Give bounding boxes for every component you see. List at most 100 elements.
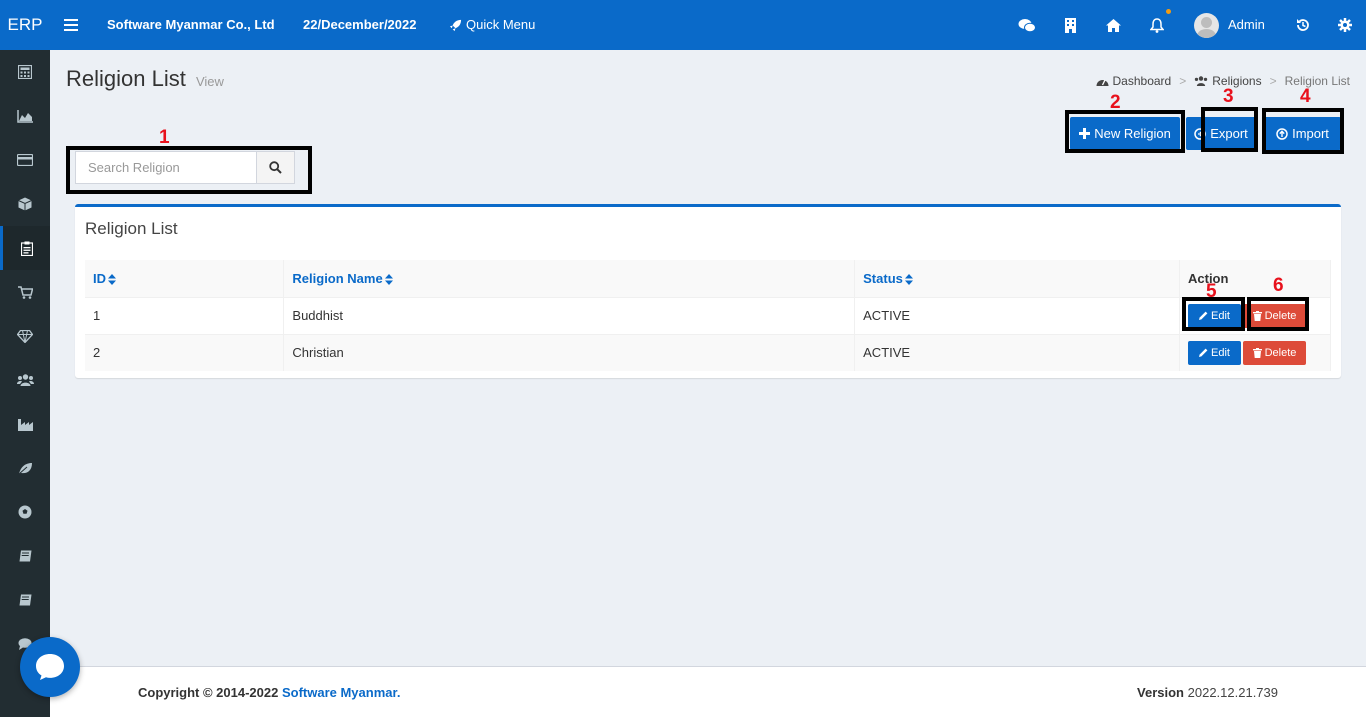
column-header-status[interactable]: Status xyxy=(854,260,1180,297)
sidebar-book-icon-2[interactable] xyxy=(0,578,50,622)
company-name: Software Myanmar Co., Ltd xyxy=(107,17,275,32)
copyright-label: Copyright © 2014-2022 xyxy=(138,685,282,700)
home-icon[interactable] xyxy=(1101,0,1125,50)
company-link[interactable]: Software Myanmar. xyxy=(282,685,401,700)
search-button[interactable] xyxy=(257,151,295,184)
hamburger-menu-icon[interactable] xyxy=(59,0,83,50)
religion-table: ID Religion Name Status Action 1 Buddhis… xyxy=(85,260,1331,371)
sidebar xyxy=(0,50,50,717)
breadcrumb-religions-link[interactable]: Religions xyxy=(1212,74,1261,88)
sidebar-cube-icon[interactable] xyxy=(0,182,50,226)
cell-religion-name: Buddhist xyxy=(283,296,856,334)
cell-actions: Edit Delete xyxy=(1179,296,1331,334)
breadcrumb-current: Religion List xyxy=(1284,74,1350,88)
cell-id: 2 xyxy=(85,333,285,371)
delete-button[interactable]: Delete xyxy=(1243,303,1306,328)
pencil-icon xyxy=(1199,311,1208,320)
trash-icon xyxy=(1252,310,1262,321)
building-icon[interactable] xyxy=(1058,0,1082,50)
sort-icon xyxy=(384,273,393,285)
delete-label: Delete xyxy=(1264,309,1297,322)
sort-icon xyxy=(108,273,116,285)
delete-button[interactable]: Delete xyxy=(1243,340,1306,365)
search-group xyxy=(75,151,295,184)
column-header-label: ID xyxy=(93,270,106,286)
annotation-number-3: 3 xyxy=(1223,86,1234,107)
sidebar-clipboard-icon[interactable] xyxy=(0,226,50,270)
copyright-text: Copyright © 2014-2022 Software Myanmar. xyxy=(138,685,400,700)
annotation-number-6: 6 xyxy=(1273,275,1284,296)
export-label: Export xyxy=(1210,126,1248,141)
notification-badge xyxy=(1166,9,1171,14)
import-button[interactable]: Import xyxy=(1264,117,1341,150)
delete-label: Delete xyxy=(1264,346,1297,359)
history-icon[interactable] xyxy=(1291,0,1315,50)
plus-icon xyxy=(1079,128,1091,139)
user-avatar[interactable] xyxy=(1194,13,1219,38)
new-religion-button[interactable]: New Religion xyxy=(1070,117,1180,150)
import-label: Import xyxy=(1292,126,1329,141)
footer: Copyright © 2014-2022 Software Myanmar. … xyxy=(50,666,1366,717)
column-header-id[interactable]: ID xyxy=(85,260,285,297)
wechat-icon[interactable] xyxy=(1015,0,1039,50)
table-header-row: ID Religion Name Status Action xyxy=(85,260,1331,297)
chat-bubble-icon xyxy=(36,654,64,680)
search-religion-input[interactable] xyxy=(75,151,257,184)
quick-menu-label: Quick Menu xyxy=(466,17,536,32)
cell-status: ACTIVE xyxy=(854,296,1180,334)
sidebar-shopping-cart-icon[interactable] xyxy=(0,270,50,314)
user-name[interactable]: Admin xyxy=(1228,0,1265,50)
table-row: 2 Christian ACTIVE Edit Delete xyxy=(85,333,1331,371)
sidebar-area-chart-icon[interactable] xyxy=(0,94,50,138)
version-label: Version xyxy=(1137,685,1184,700)
search-icon xyxy=(269,161,282,174)
cell-actions: Edit Delete xyxy=(1179,333,1331,371)
brand-logo[interactable]: ERP xyxy=(0,0,50,50)
sidebar-credit-card-icon[interactable] xyxy=(0,138,50,182)
dashboard-icon xyxy=(1096,79,1109,86)
chat-widget-button[interactable] xyxy=(20,637,80,697)
column-header-religion-name[interactable]: Religion Name xyxy=(283,260,856,297)
breadcrumb-dashboard-link[interactable]: Dashboard xyxy=(1113,74,1172,88)
edit-button[interactable]: Edit xyxy=(1188,303,1241,328)
edit-label: Edit xyxy=(1211,309,1230,322)
cell-id: 1 xyxy=(85,296,285,334)
sidebar-diamond-icon[interactable] xyxy=(0,314,50,358)
bell-icon[interactable] xyxy=(1145,0,1169,50)
sidebar-soccer-ball-icon[interactable] xyxy=(0,490,50,534)
new-religion-label: New Religion xyxy=(1094,126,1171,141)
page-subtitle: View xyxy=(195,74,224,89)
trash-icon xyxy=(1252,347,1262,358)
sort-icon xyxy=(904,273,913,285)
cell-status: ACTIVE xyxy=(854,333,1180,371)
column-header-label: Religion Name xyxy=(292,270,383,286)
religion-list-panel: Religion List ID Religion Name Status Ac… xyxy=(75,204,1341,378)
annotation-number-2: 2 xyxy=(1110,92,1121,113)
version-info: Version 2022.12.21.739 xyxy=(1137,685,1278,700)
sidebar-leaf-icon[interactable] xyxy=(0,446,50,490)
version-number: 2022.12.21.739 xyxy=(1187,685,1278,700)
pencil-icon xyxy=(1199,348,1208,358)
cell-religion-name: Christian xyxy=(283,333,856,371)
page-title: Religion List View xyxy=(66,66,224,92)
breadcrumb-separator: > xyxy=(1269,74,1277,88)
rocket-icon xyxy=(449,19,462,31)
sidebar-users-icon[interactable] xyxy=(0,358,50,402)
sidebar-industry-icon[interactable] xyxy=(0,402,50,446)
export-circle-icon xyxy=(1194,127,1206,140)
export-button[interactable]: Export xyxy=(1186,117,1256,150)
sidebar-calculator-icon[interactable] xyxy=(0,50,50,94)
annotation-number-1: 1 xyxy=(159,127,170,148)
annotation-number-4: 4 xyxy=(1300,86,1311,107)
sidebar-book-icon[interactable] xyxy=(0,534,50,578)
edit-button[interactable]: Edit xyxy=(1188,340,1241,365)
edit-label: Edit xyxy=(1211,346,1230,359)
annotation-number-5: 5 xyxy=(1206,281,1217,302)
top-navbar: ERP Software Myanmar Co., Ltd 22/Decembe… xyxy=(0,0,1366,50)
settings-gear-icon[interactable] xyxy=(1333,0,1357,50)
column-header-label: Status xyxy=(863,270,903,286)
quick-menu-button[interactable]: Quick Menu xyxy=(449,0,535,50)
page-title-text: Religion List xyxy=(66,66,186,91)
upload-circle-icon xyxy=(1276,127,1288,140)
breadcrumb-separator: > xyxy=(1179,74,1187,88)
